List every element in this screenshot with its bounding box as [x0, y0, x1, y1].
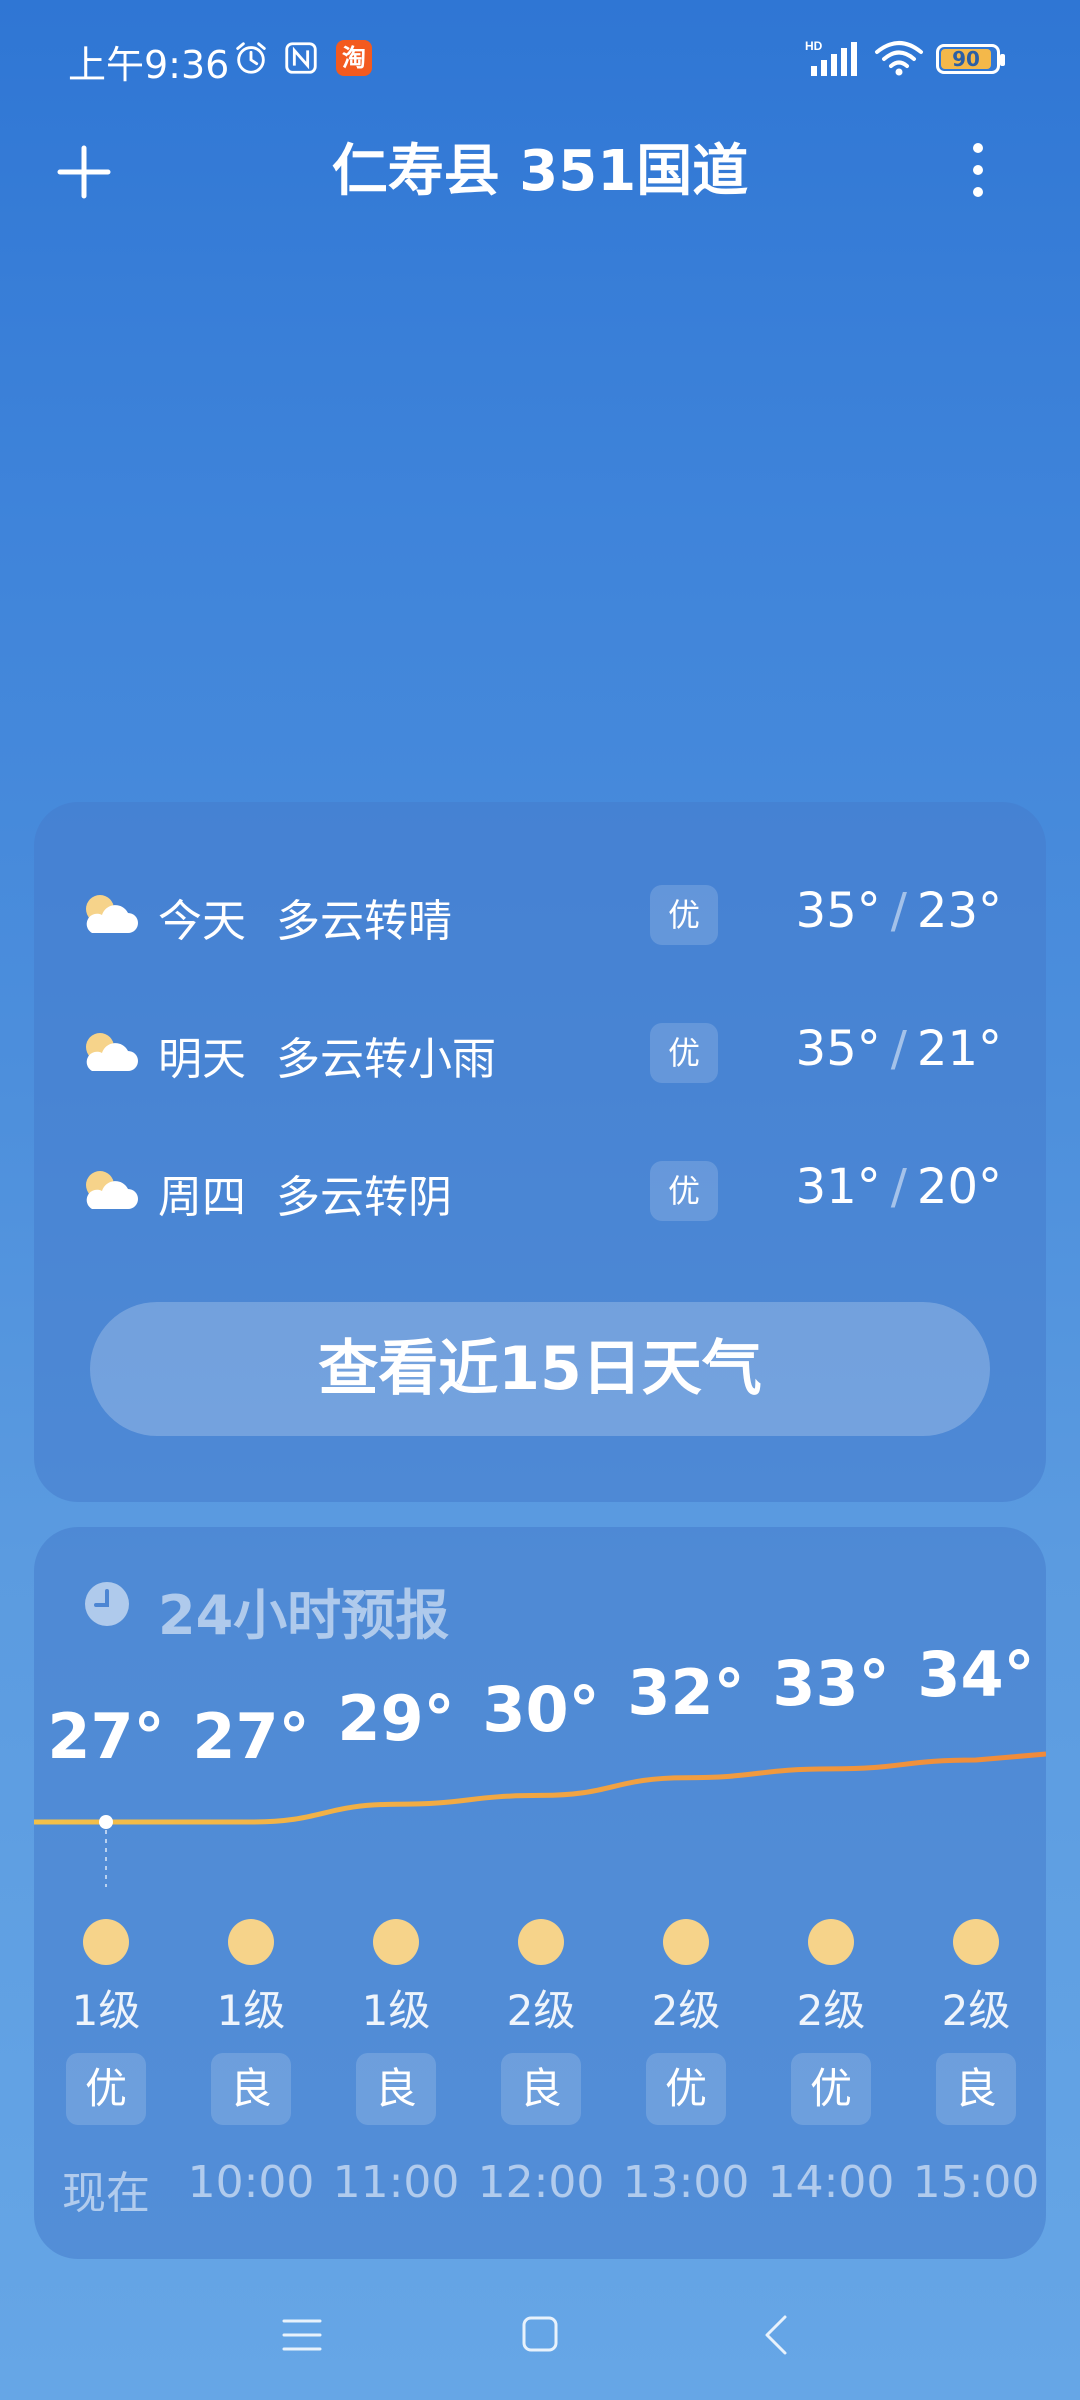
more-options-button[interactable] — [958, 138, 998, 202]
daily-aqi-badge: 优 — [650, 1023, 718, 1083]
hourly-temp: 33° — [772, 1646, 890, 1720]
hourly-aqi-badge: 优 — [66, 2053, 146, 2125]
hourly-aqi-badge: 优 — [646, 2053, 726, 2125]
status-time: 上午9:36 — [68, 43, 230, 87]
hd-label: HD — [805, 39, 823, 53]
sunny-icon — [663, 1919, 709, 1965]
taobao-icon: 淘 — [336, 40, 372, 76]
view-15-day-button[interactable]: 查看近15日天气 — [90, 1302, 990, 1436]
hourly-time: 11:00 — [332, 2157, 460, 2208]
battery-level: 90 — [941, 49, 991, 69]
daily-day: 今天 — [158, 896, 246, 947]
daily-aqi-badge: 优 — [650, 1161, 718, 1221]
daily-row[interactable]: 周四 多云转阴 优 31°/20° — [34, 1143, 1046, 1233]
temp-separator: / — [890, 883, 907, 939]
hourly-time: 14:00 — [767, 2157, 895, 2208]
hourly-wind-level: 1级 — [71, 1986, 141, 2035]
temp-separator: / — [890, 1159, 907, 1215]
daily-high: 35° — [795, 1021, 881, 1077]
hourly-temp: 34° — [917, 1638, 1035, 1711]
hourly-wind-level: 2级 — [651, 1986, 721, 2035]
partly-cloudy-icon — [86, 1033, 138, 1071]
sunny-icon — [83, 1919, 129, 1965]
daily-temps: 35°/23° — [796, 883, 1002, 939]
battery-icon: 90 — [936, 44, 1005, 74]
hourly-aqi-badge: 良 — [936, 2053, 1016, 2125]
partly-cloudy-icon — [86, 895, 138, 933]
hourly-aqi-badge: 良 — [356, 2053, 436, 2125]
daily-forecast-card: 今天 多云转晴优 35°/23° 明天 多云转小雨优 35°/21° 周四 多云转阴优 31° /… — [34, 802, 1046, 1502]
daily-low: 20° — [916, 1159, 1002, 1215]
hourly-time: 12:00 — [477, 2157, 605, 2208]
hourly-temp: 32° — [627, 1655, 745, 1729]
nav-home-button[interactable] — [522, 2316, 558, 2352]
hourly-aqi-badge: 优 — [791, 2053, 871, 2125]
hourly-temp: 29° — [337, 1682, 455, 1756]
hourly-wind-level: 2级 — [506, 1986, 576, 2035]
daily-high: 35° — [795, 883, 881, 939]
hourly-wind-level: 1级 — [361, 1986, 431, 2035]
daily-low: 21° — [916, 1021, 1002, 1077]
daily-condition: 多云转晴 — [276, 896, 452, 947]
hourly-temp: 27° — [192, 1700, 310, 1773]
daily-day: 周四 — [158, 1172, 246, 1223]
taobao-label: 淘 — [342, 44, 366, 72]
partly-cloudy-icon — [86, 1171, 138, 1209]
daily-row[interactable]: 今天 多云转晴 优 35°/23° — [34, 867, 1046, 957]
sunny-icon — [808, 1919, 854, 1965]
hourly-time: 现在 — [62, 2168, 150, 2219]
hourly-temp: 27° — [47, 1700, 165, 1773]
hourly-temp: 30° — [482, 1673, 600, 1747]
daily-low: 23° — [916, 883, 1002, 939]
nfc-icon — [285, 42, 317, 74]
sunny-icon — [228, 1919, 274, 1965]
daily-high: 31° — [795, 1159, 881, 1215]
daily-temps: 31°/20° — [796, 1159, 1002, 1215]
hd-signal-icon: HD — [805, 39, 857, 76]
daily-aqi-badge: 优 — [650, 885, 718, 945]
hourly-time: 13:00 — [622, 2157, 750, 2208]
hourly-forecast-card[interactable]: 24小时预报 27° 1级优现在 27° 1级良 10:00 29° 1级良 11:00 30°… — [34, 1527, 1046, 2259]
temp-separator: / — [890, 1021, 907, 1077]
nav-back-button[interactable] — [764, 2314, 788, 2356]
nav-menu-button[interactable] — [282, 2318, 322, 2352]
wifi-icon — [875, 41, 923, 76]
hourly-wind-level: 2级 — [796, 1986, 866, 2035]
hourly-time: 10:00 — [187, 2157, 315, 2208]
daily-condition: 多云转小雨 — [276, 1034, 496, 1085]
temperature-curve — [34, 1751, 1046, 1887]
status-bar: 上午9:36 淘 HD 90 — [0, 0, 1080, 120]
daily-condition: 多云转阴 — [276, 1172, 452, 1223]
sunny-icon — [518, 1919, 564, 1965]
sunny-icon — [953, 1919, 999, 1965]
alarm-icon — [236, 42, 266, 74]
location-title: 仁寿县 351国道 — [331, 139, 749, 204]
hourly-time: 15:00 — [912, 2157, 1040, 2208]
daily-day: 明天 — [158, 1034, 246, 1085]
sunny-icon — [373, 1919, 419, 1965]
daily-temps: 35°/21° — [796, 1021, 1002, 1077]
daily-row[interactable]: 明天 多云转小雨 优 35°/21° — [34, 1005, 1046, 1095]
hourly-wind-level: 1级 — [216, 1986, 286, 2035]
hourly-wind-level: 2级 — [941, 1986, 1011, 2035]
hourly-aqi-badge: 良 — [211, 2053, 291, 2125]
hourly-aqi-badge: 良 — [501, 2053, 581, 2125]
